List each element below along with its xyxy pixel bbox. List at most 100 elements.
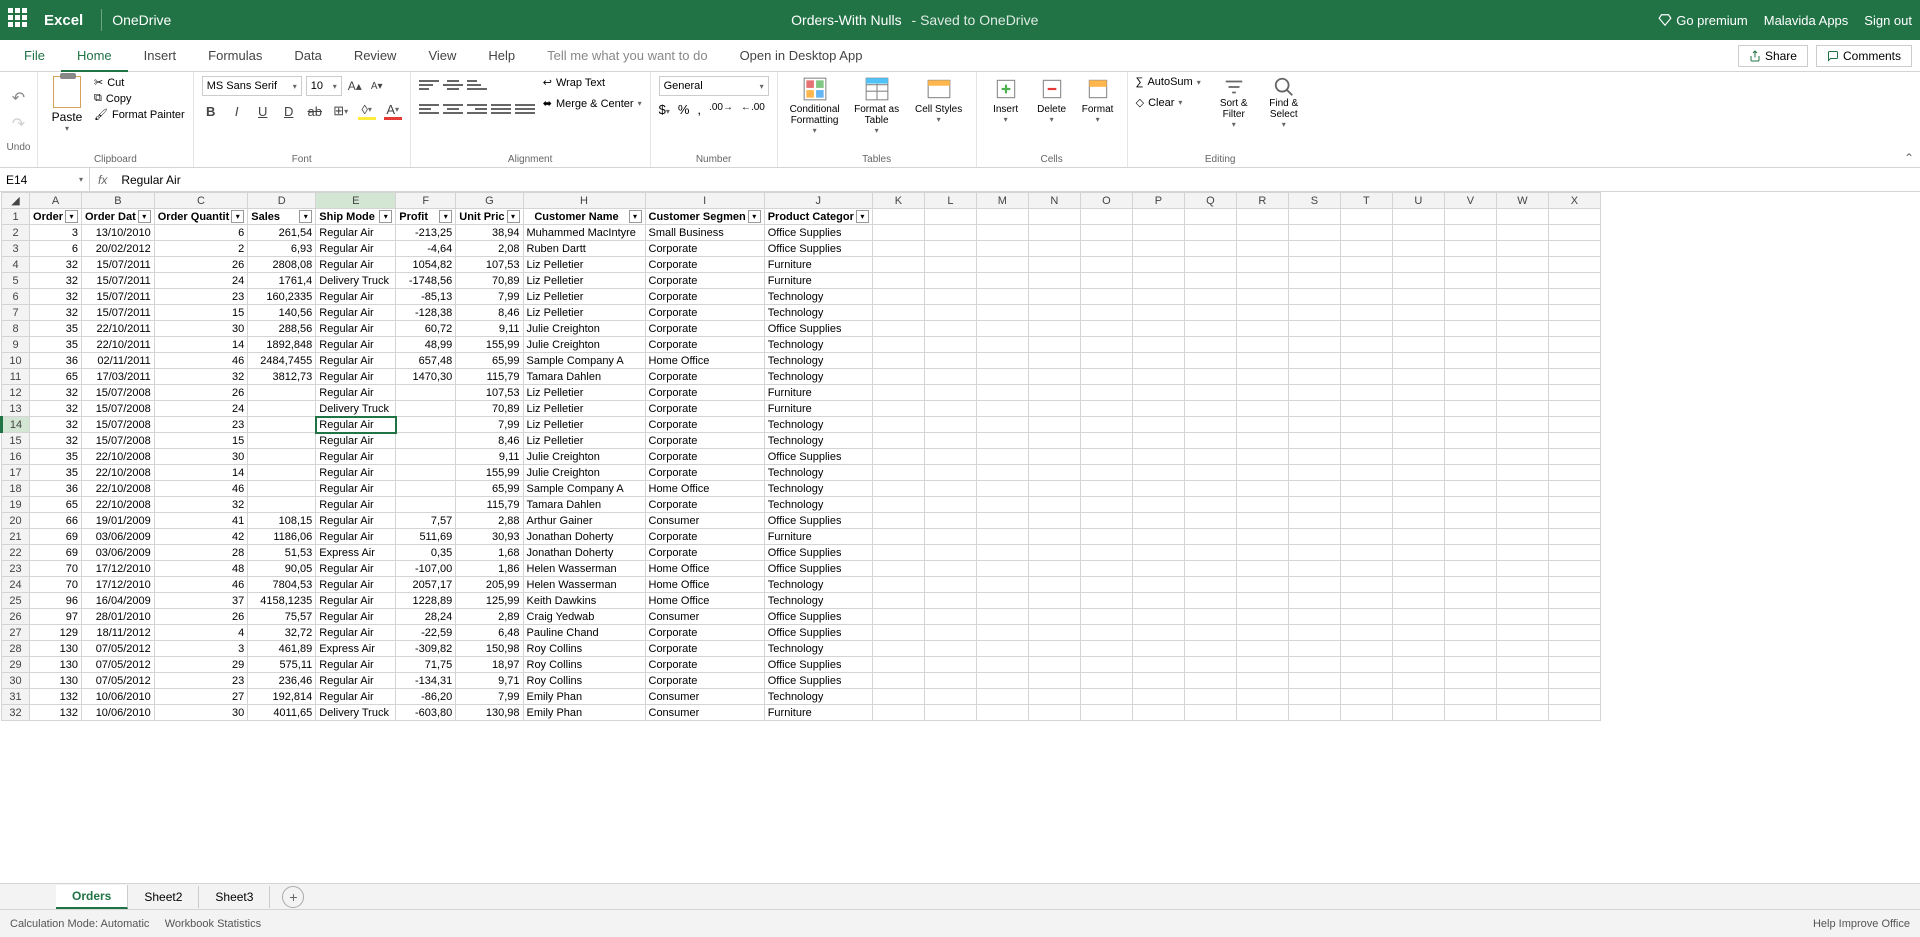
cell[interactable] — [1496, 337, 1548, 353]
cell[interactable] — [1444, 657, 1496, 673]
cell[interactable] — [1340, 385, 1392, 401]
cell[interactable]: Ruben Dartt — [523, 241, 645, 257]
cell[interactable]: 288,56 — [248, 321, 316, 337]
column-header[interactable]: T — [1340, 193, 1392, 209]
row-header[interactable]: 28 — [2, 641, 30, 657]
cell[interactable] — [1132, 417, 1184, 433]
cell[interactable]: 38,94 — [456, 225, 523, 241]
cell[interactable] — [1392, 337, 1444, 353]
cell[interactable] — [924, 305, 976, 321]
cell[interactable] — [1236, 209, 1288, 225]
help-improve-label[interactable]: Help Improve Office — [1813, 918, 1910, 930]
cell[interactable] — [248, 401, 316, 417]
cell[interactable]: Liz Pelletier — [523, 433, 645, 449]
cell[interactable] — [1496, 705, 1548, 721]
cell[interactable] — [1236, 561, 1288, 577]
cell[interactable] — [248, 449, 316, 465]
cell[interactable] — [1236, 641, 1288, 657]
cell[interactable] — [1184, 417, 1236, 433]
cell[interactable] — [1444, 609, 1496, 625]
cell[interactable]: Corporate — [645, 321, 764, 337]
cell[interactable] — [976, 385, 1028, 401]
cell[interactable] — [924, 385, 976, 401]
cell[interactable] — [1340, 481, 1392, 497]
cell[interactable] — [1392, 465, 1444, 481]
filter-icon[interactable]: ▾ — [138, 210, 151, 223]
cell[interactable] — [1444, 561, 1496, 577]
cell[interactable] — [1132, 689, 1184, 705]
cell[interactable] — [1184, 385, 1236, 401]
cell[interactable] — [1132, 225, 1184, 241]
cell[interactable] — [1080, 225, 1132, 241]
cell[interactable]: Corporate — [645, 305, 764, 321]
cell[interactable] — [872, 545, 924, 561]
cell[interactable] — [1496, 225, 1548, 241]
cell[interactable]: Office Supplies — [764, 657, 872, 673]
cell[interactable] — [1392, 609, 1444, 625]
cell[interactable]: Technology — [764, 353, 872, 369]
cell[interactable] — [1340, 609, 1392, 625]
increase-decimal-icon[interactable]: .00→ — [709, 102, 733, 117]
cell[interactable]: 8,46 — [456, 305, 523, 321]
cell[interactable] — [1548, 497, 1600, 513]
cell[interactable]: 32 — [30, 257, 82, 273]
cell[interactable]: 6,48 — [456, 625, 523, 641]
cell[interactable]: 1054,82 — [396, 257, 456, 273]
cell[interactable]: Regular Air — [316, 689, 396, 705]
cell[interactable]: 6 — [154, 225, 248, 241]
percent-icon[interactable]: % — [678, 102, 690, 117]
cell[interactable] — [1184, 545, 1236, 561]
cell[interactable] — [1028, 289, 1080, 305]
cell[interactable]: 1470,30 — [396, 369, 456, 385]
cell[interactable] — [1028, 561, 1080, 577]
cell[interactable]: Tamara Dahlen — [523, 497, 645, 513]
cell[interactable] — [976, 673, 1028, 689]
row-header[interactable]: 19 — [2, 497, 30, 513]
cell[interactable]: 03/06/2009 — [82, 545, 155, 561]
double-underline-button[interactable]: D — [280, 102, 298, 120]
tab-review[interactable]: Review — [338, 40, 413, 72]
cell[interactable] — [1288, 353, 1340, 369]
cell[interactable] — [1444, 257, 1496, 273]
cell[interactable] — [872, 641, 924, 657]
cell[interactable] — [872, 225, 924, 241]
cell[interactable] — [1496, 273, 1548, 289]
cell[interactable] — [872, 705, 924, 721]
cell[interactable] — [1548, 241, 1600, 257]
cell[interactable]: Regular Air — [316, 305, 396, 321]
cell[interactable] — [1080, 705, 1132, 721]
cell[interactable]: Office Supplies — [764, 513, 872, 529]
cell[interactable] — [872, 209, 924, 225]
cell[interactable] — [1184, 273, 1236, 289]
cell[interactable]: 132 — [30, 689, 82, 705]
cell[interactable] — [1288, 225, 1340, 241]
cell[interactable] — [924, 401, 976, 417]
cell[interactable] — [1496, 417, 1548, 433]
cell[interactable] — [248, 497, 316, 513]
cell[interactable]: 27 — [154, 689, 248, 705]
find-select-button[interactable]: Find & Select▾ — [1263, 76, 1305, 129]
tell-me-input[interactable]: Tell me what you want to do — [531, 40, 723, 72]
delete-cells-button[interactable]: Delete▾ — [1031, 76, 1073, 124]
cell[interactable] — [1132, 657, 1184, 673]
cell[interactable]: Roy Collins — [523, 673, 645, 689]
cell[interactable]: 4011,65 — [248, 705, 316, 721]
cell[interactable]: 14 — [154, 337, 248, 353]
cell[interactable]: 7,99 — [456, 689, 523, 705]
cell[interactable] — [924, 641, 976, 657]
header-cell[interactable]: Product Categor▾ — [764, 209, 872, 225]
cell[interactable] — [1080, 625, 1132, 641]
cell[interactable] — [1080, 673, 1132, 689]
cell[interactable] — [1496, 385, 1548, 401]
cell[interactable]: 10/06/2010 — [82, 689, 155, 705]
cell[interactable] — [924, 289, 976, 305]
cell[interactable]: 22/10/2008 — [82, 465, 155, 481]
cell[interactable] — [976, 657, 1028, 673]
cell[interactable] — [1288, 385, 1340, 401]
cell[interactable] — [1080, 561, 1132, 577]
cell[interactable]: 35 — [30, 337, 82, 353]
cell[interactable]: Technology — [764, 577, 872, 593]
cell[interactable]: Furniture — [764, 273, 872, 289]
cell[interactable]: Julie Creighton — [523, 321, 645, 337]
cell[interactable] — [1288, 209, 1340, 225]
